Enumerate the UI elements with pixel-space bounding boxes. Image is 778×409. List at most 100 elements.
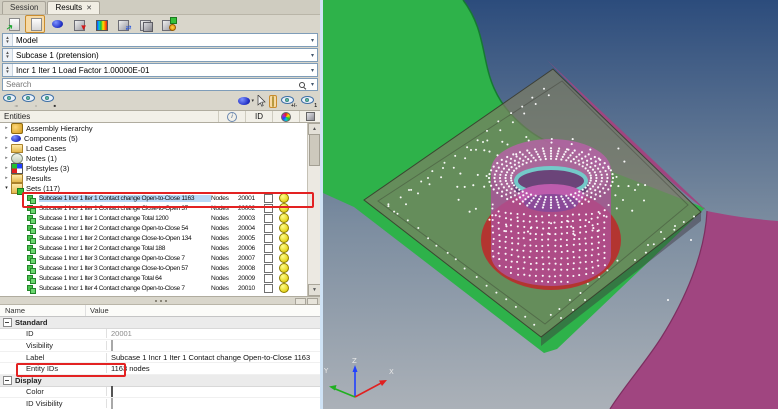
table-row-set-20004[interactable]: Subcase 1 Incr 1 Iter 2 Contact change O… [0, 223, 308, 233]
collapse-icon[interactable] [3, 185, 10, 191]
collapse-icon[interactable] [3, 376, 12, 385]
tree-folder-components[interactable]: Components (5) [0, 133, 308, 143]
tree-folder-sets[interactable]: Sets (117) [0, 183, 308, 193]
table-row-set-20009[interactable]: Subcase 1 Incr 1 Iter 3 Contact change T… [0, 273, 308, 283]
table-row-set-20002[interactable]: Subcase 1 Incr 1 Iter 1 Contact change C… [0, 203, 308, 213]
expand-icon[interactable] [3, 165, 10, 171]
info-icon[interactable] [218, 111, 245, 122]
collapse-panel-button[interactable] [295, 298, 306, 305]
expand-icon[interactable] [3, 135, 10, 141]
import-results-icon[interactable] [69, 15, 89, 33]
set-flag-icon[interactable] [279, 193, 289, 203]
table-row-set-20001[interactable]: Subcase 1 Incr 1 Iter 1 Contact change O… [0, 193, 308, 203]
property-row-id-visibility[interactable]: ID Visibility [0, 398, 320, 409]
tree-folder-folder[interactable]: Results [0, 173, 308, 183]
search-icon[interactable] [298, 81, 306, 89]
property-row-label[interactable]: LabelSubcase 1 Incr 1 Iter 1 Contact cha… [0, 352, 320, 364]
set-visibility-checkbox[interactable] [264, 264, 273, 273]
show-hide-entity-icon[interactable]: ■ [41, 94, 57, 108]
expand-icon[interactable] [3, 125, 10, 131]
tree-folder-folder[interactable]: Load Cases [0, 143, 308, 153]
expand-icon[interactable] [3, 155, 10, 161]
show-hide-plusminus-icon[interactable]: +/- [280, 95, 297, 108]
color-column-header[interactable] [272, 111, 299, 122]
set-flag-icon[interactable] [279, 233, 289, 243]
property-value[interactable] [107, 341, 320, 350]
increment-dropdown[interactable]: Incr 1 Iter 1 Load Factor 1.00000E-01 [2, 63, 318, 77]
select-cursor-icon[interactable] [257, 94, 266, 108]
set-flag-icon[interactable] [279, 243, 289, 253]
import-session-icon[interactable] [3, 15, 23, 33]
set-visibility-checkbox[interactable] [264, 234, 273, 243]
label-tool-icon[interactable] [269, 95, 277, 108]
table-row-set-20006[interactable]: Subcase 1 Incr 1 Iter 2 Contact change T… [0, 243, 308, 253]
set-flag-icon[interactable] [279, 223, 289, 233]
table-row-set-20008[interactable]: Subcase 1 Incr 1 Iter 3 Contact change C… [0, 263, 308, 273]
set-visibility-checkbox[interactable] [264, 274, 273, 283]
link-entities-icon[interactable] [113, 15, 133, 33]
scrollbar-thumb[interactable] [309, 134, 320, 166]
tab-results[interactable]: Results [47, 1, 100, 14]
property-value[interactable] [107, 387, 320, 396]
model-dropdown[interactable]: Model [2, 33, 318, 47]
spinner-icon[interactable] [3, 64, 13, 76]
show-hide-tree-icon[interactable]: :: [22, 94, 38, 108]
visibility-column-header[interactable] [299, 111, 320, 122]
set-flag-icon[interactable] [279, 263, 289, 273]
set-flag-icon[interactable] [279, 253, 289, 263]
set-visibility-checkbox[interactable] [264, 214, 273, 223]
table-row-set-20005[interactable]: Subcase 1 Incr 1 Iter 2 Contact change C… [0, 233, 308, 243]
entity-tools-icon[interactable] [157, 15, 177, 33]
model-entity-icon[interactable] [47, 15, 67, 33]
checkbox-icon[interactable] [111, 398, 113, 409]
property-row-id[interactable]: ID20001 [0, 329, 320, 341]
search-input[interactable] [3, 79, 298, 90]
property-section-display[interactable]: Display [0, 375, 320, 387]
property-row-entity-ids[interactable]: Entity IDs1163 nodes [0, 363, 320, 375]
tree-folder-assembly[interactable]: Assembly Hierarchy [0, 123, 308, 133]
table-row-set-20010[interactable]: Subcase 1 Incr 1 Iter 4 Contact change O… [0, 283, 308, 293]
set-flag-icon[interactable] [279, 283, 289, 293]
spinner-icon[interactable] [3, 49, 13, 61]
set-flag-icon[interactable] [279, 273, 289, 283]
tree-folder-plotstyles[interactable]: Plotstyles (3) [0, 163, 308, 173]
expand-icon[interactable] [3, 175, 10, 181]
expand-icon[interactable] [3, 145, 10, 151]
set-visibility-checkbox[interactable] [264, 284, 273, 293]
property-row-color[interactable]: Color [0, 387, 320, 399]
entity-type-selector-icon[interactable] [238, 94, 254, 108]
set-flag-icon[interactable] [279, 203, 289, 213]
set-visibility-checkbox[interactable] [264, 204, 273, 213]
splitter-grip[interactable] [160, 300, 162, 302]
table-row-set-20007[interactable]: Subcase 1 Incr 1 Iter 3 Contact change O… [0, 253, 308, 263]
collapse-icon[interactable] [3, 318, 12, 327]
viewport-3d[interactable]: X Y Z [320, 0, 778, 409]
panel-splitter[interactable] [0, 297, 320, 305]
copy-entities-icon[interactable] [135, 15, 155, 33]
tree-scrollbar[interactable] [307, 123, 320, 296]
property-value[interactable] [107, 399, 320, 408]
open-model-icon[interactable] [25, 15, 45, 33]
scroll-down-icon[interactable] [308, 284, 320, 296]
spinner-icon[interactable] [3, 34, 13, 46]
contour-plot-icon[interactable] [91, 15, 111, 33]
close-icon[interactable] [86, 5, 92, 12]
set-visibility-checkbox[interactable] [264, 244, 273, 253]
set-visibility-checkbox[interactable] [264, 254, 273, 263]
tab-session[interactable]: Session [2, 1, 46, 14]
show-one-icon[interactable]: 1 [300, 95, 317, 108]
subcase-dropdown[interactable]: Subcase 1 (pretension) [2, 48, 318, 62]
set-flag-icon[interactable] [279, 213, 289, 223]
expand-panel-button[interactable] [307, 298, 318, 305]
checkbox-icon[interactable] [111, 340, 113, 351]
chevron-down-icon[interactable] [308, 81, 317, 88]
chevron-down-icon[interactable] [308, 37, 317, 44]
property-row-visibility[interactable]: Visibility [0, 340, 320, 352]
property-section-standard[interactable]: Standard [0, 317, 320, 329]
color-swatch[interactable] [111, 386, 113, 397]
table-row-set-20003[interactable]: Subcase 1 Incr 1 Iter 1 Contact change T… [0, 213, 308, 223]
show-hide-list-icon[interactable]: := [3, 94, 19, 108]
chevron-down-icon[interactable] [308, 52, 317, 59]
set-visibility-checkbox[interactable] [264, 194, 273, 203]
tree-folder-notes[interactable]: Notes (1) [0, 153, 308, 163]
